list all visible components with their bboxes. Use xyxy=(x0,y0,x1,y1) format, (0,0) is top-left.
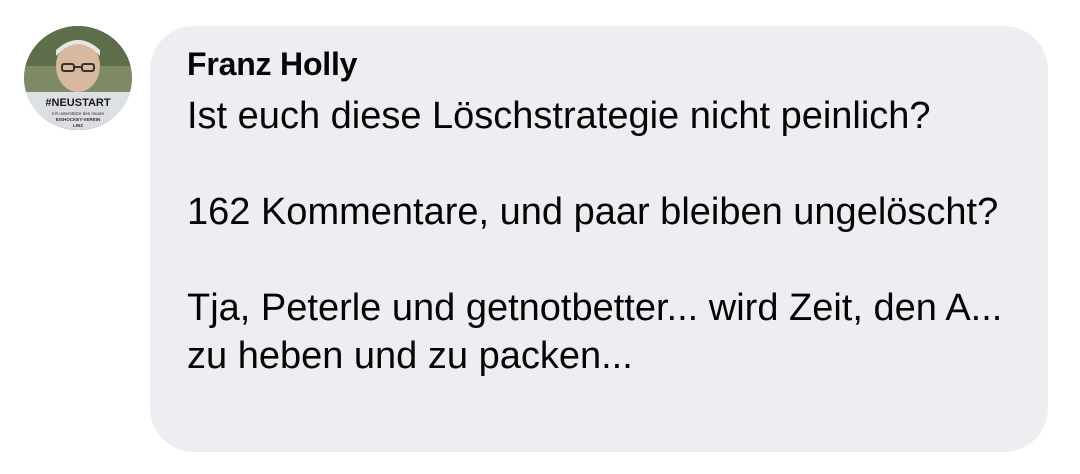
avatar-caption-line-1: Ich unterstütze den neuen xyxy=(52,111,105,116)
avatar[interactable]: #NEUSTART Ich unterstütze den neuen EISH… xyxy=(24,26,132,130)
comment-bubble: Franz Holly Ist euch diese Löschstrategi… xyxy=(150,26,1048,452)
avatar-photo: #NEUSTART Ich unterstütze den neuen EISH… xyxy=(24,26,132,130)
avatar-caption-line-3: LINZ xyxy=(73,123,83,128)
comment-container: #NEUSTART Ich unterstütze den neuen EISH… xyxy=(0,0,1080,474)
comment-text: Ist euch diese Löschstrategie nicht pein… xyxy=(187,95,1003,377)
comment-author-name[interactable]: Franz Holly xyxy=(187,44,1012,84)
avatar-badge-text: #NEUSTART xyxy=(45,97,110,109)
avatar-caption-line-2: EISHOCKEY-VEREIN xyxy=(56,117,101,122)
